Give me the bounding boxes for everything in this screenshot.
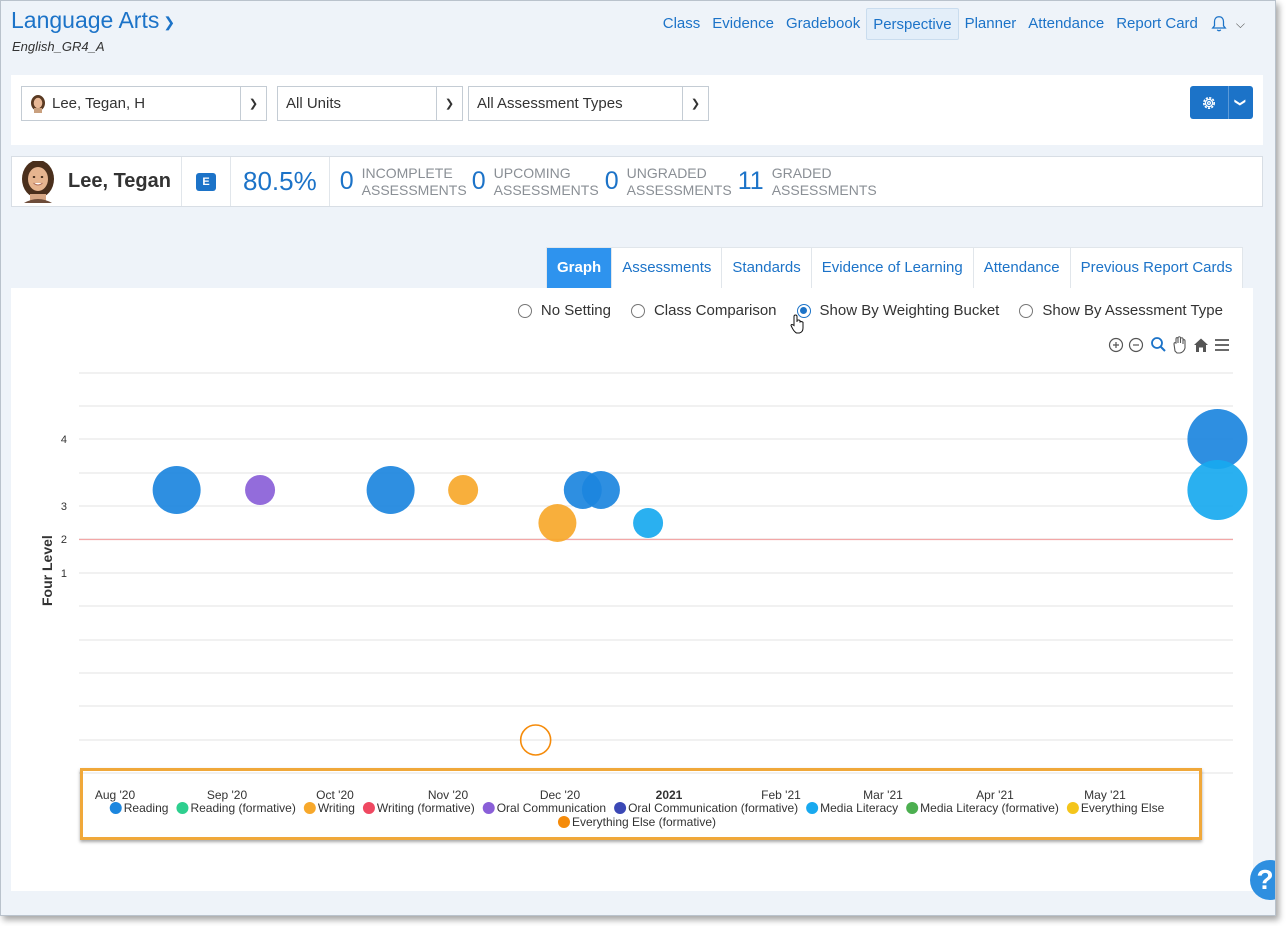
tab-attendance[interactable]: Attendance — [974, 248, 1071, 288]
y-tick-label: 1 — [61, 568, 67, 580]
nav-gradebook[interactable]: Gradebook — [780, 8, 866, 40]
zoom-in-icon[interactable] — [1108, 337, 1124, 353]
stat-number: 0 — [339, 167, 354, 195]
y-tick-label: 2 — [61, 534, 67, 546]
stat-label: ASSESSMENTS — [771, 181, 877, 198]
stat-label: ASSESSMENTS — [361, 181, 467, 198]
reset-home-icon[interactable] — [1194, 338, 1208, 353]
gear-icon — [1203, 96, 1215, 109]
stat-label: UNGRADED — [626, 164, 707, 181]
tab-previous-report-cards[interactable]: Previous Report Cards — [1071, 248, 1243, 288]
data-point — [245, 475, 276, 505]
graph-panel: 1 2 3 4 Four Level Aug '20 Sep '20 Oct '20 Nov '… — [11, 288, 1253, 891]
chart-toolbar — [1108, 336, 1229, 354]
stat-ungraded: 0 UNGRADED ASSESSMENTS — [605, 165, 738, 199]
tab-graph[interactable]: Graph — [547, 248, 613, 288]
student-badge-cell: E — [182, 157, 231, 206]
chevron-down-icon: ❯ — [1234, 97, 1247, 108]
stat-label: INCOMPLETE — [361, 164, 453, 181]
stat-number: 0 — [604, 167, 619, 195]
overall-percent: 80.5% — [243, 166, 317, 196]
radio-button[interactable] — [1019, 303, 1034, 318]
radio-no-setting[interactable]: No Setting — [517, 302, 611, 319]
tab-assessments[interactable]: Assessments — [612, 248, 723, 288]
stat-graded: 11 GRADED ASSESSMENTS — [738, 165, 877, 199]
top-navigation: Class Evidence Gradebook Perspective Pla… — [657, 8, 1245, 40]
units-select[interactable]: All Units ❯ — [277, 86, 463, 121]
radio-weighting-bucket[interactable]: Show By Weighting Bucket — [796, 302, 1000, 319]
menu-icon[interactable] — [1215, 339, 1229, 351]
radio-assessment-type[interactable]: Show By Assessment Type — [1019, 302, 1223, 319]
data-point — [448, 475, 479, 505]
data-point — [1187, 460, 1248, 520]
tab-evidence-of-learning[interactable]: Evidence of Learning — [812, 248, 974, 288]
zoom-out-icon[interactable] — [1128, 337, 1144, 353]
chevron-down-icon: ❯ — [163, 14, 176, 30]
radio-label: Show By Weighting Bucket — [819, 302, 1000, 319]
data-point — [581, 471, 620, 509]
stat-number: 0 — [471, 167, 486, 195]
graph-mode-radios: No Setting Class Comparison Show By Weig… — [517, 302, 1223, 319]
stat-upcoming: 0 UPCOMING ASSESSMENTS — [472, 165, 605, 199]
assessment-types-select-value: All Assessment Types — [477, 95, 623, 112]
chevron-down-icon[interactable]: ❯ — [240, 87, 266, 120]
chevron-down-icon[interactable]: ❯ — [682, 87, 708, 120]
student-identity: Lee, Tegan — [12, 157, 182, 206]
selection-zoom-icon[interactable] — [1151, 337, 1166, 352]
view-tabs: Graph Assessments Standards Evidence of … — [546, 247, 1244, 288]
units-select-value: All Units — [286, 95, 342, 112]
app-window: Language Arts ❯ English_GR4_A Class Evid… — [0, 0, 1276, 916]
student-avatar — [22, 160, 54, 203]
assessment-types-select[interactable]: All Assessment Types ❯ — [468, 86, 709, 121]
data-point — [633, 508, 664, 538]
radio-label: Class Comparison — [653, 302, 777, 319]
hand-cursor-icon — [790, 314, 804, 334]
data-point — [152, 466, 201, 514]
radio-label: No Setting — [540, 302, 611, 319]
status-badge: E — [196, 172, 216, 191]
nav-class[interactable]: Class — [657, 8, 707, 40]
student-select-value: Lee, Tegan, H — [52, 95, 146, 112]
filter-panel: Lee, Tegan, H ❯ All Units ❯ All Assessme… — [11, 75, 1263, 145]
stat-incomplete: 0 INCOMPLETE ASSESSMENTS — [340, 165, 472, 199]
nav-evidence[interactable]: Evidence — [706, 8, 780, 40]
radio-class-comparison[interactable]: Class Comparison — [630, 302, 777, 319]
y-tick-label: 3 — [61, 501, 67, 513]
legend-highlight-box — [80, 768, 1202, 840]
stat-label: UPCOMING — [493, 164, 571, 181]
nav-report-card[interactable]: Report Card — [1110, 8, 1204, 40]
stat-label: ASSESSMENTS — [493, 181, 599, 198]
y-tick-label: 4 — [61, 434, 67, 446]
nav-perspective[interactable]: Perspective — [866, 8, 959, 40]
radio-button[interactable] — [630, 303, 645, 318]
stat-label: GRADED — [771, 164, 832, 181]
data-point — [538, 504, 577, 542]
nav-planner[interactable]: Planner — [959, 8, 1023, 40]
tab-standards[interactable]: Standards — [722, 248, 812, 288]
student-name: Lee, Tegan — [68, 170, 171, 192]
pan-hand-icon[interactable] — [1173, 336, 1186, 354]
user-menu-caret-icon[interactable]: ⌵ — [1236, 17, 1245, 32]
overall-percent-cell: 80.5% — [231, 157, 330, 206]
assessment-stats: 0 INCOMPLETE ASSESSMENTS 0 UPCOMING ASSESS… — [330, 157, 877, 206]
bell-icon[interactable] — [1210, 15, 1228, 33]
course-title: Language Arts — [11, 7, 160, 33]
student-summary-bar: Lee, Tegan E 80.5% 0 INCOMPLETE ASSESSMEN… — [11, 156, 1263, 207]
y-axis-label: Four Level — [39, 535, 55, 606]
course-title-dropdown[interactable]: Language Arts ❯ — [11, 7, 175, 34]
nav-attendance[interactable]: Attendance — [1022, 8, 1110, 40]
course-code: English_GR4_A — [12, 39, 105, 54]
radio-label: Show By Assessment Type — [1042, 302, 1223, 319]
data-point — [366, 466, 415, 514]
help-button[interactable]: ? — [1250, 860, 1275, 900]
radio-button[interactable] — [517, 303, 532, 318]
stat-number: 11 — [737, 167, 764, 195]
settings-button[interactable] — [1190, 86, 1228, 119]
settings-dropdown-button[interactable]: ❯ — [1228, 86, 1253, 119]
stat-label: ASSESSMENTS — [626, 181, 732, 198]
chevron-down-icon[interactable]: ❯ — [436, 87, 462, 120]
student-select[interactable]: Lee, Tegan, H ❯ — [21, 86, 267, 121]
